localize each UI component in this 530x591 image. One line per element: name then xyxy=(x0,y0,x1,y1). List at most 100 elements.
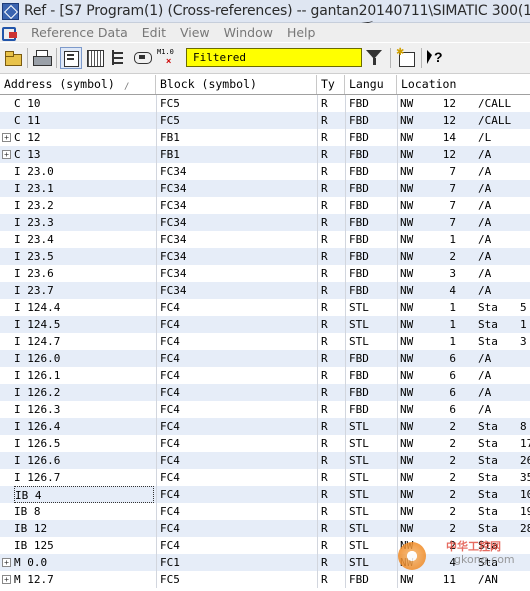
table-row[interactable]: I 124.5 FC4 R STL NW 1 Sta 1 xyxy=(0,316,530,333)
column-divider xyxy=(317,265,318,282)
column-divider xyxy=(397,146,398,163)
table-row[interactable]: + C 12 FB1 R FBD NW 14/L xyxy=(0,129,530,146)
cell-location-line xyxy=(520,163,530,180)
cell-location-nw: NW xyxy=(400,352,414,365)
program-structure-icon[interactable] xyxy=(108,47,130,69)
table-row[interactable]: I 23.1 FC34 R FBD NW 7/A xyxy=(0,180,530,197)
column-divider xyxy=(345,231,346,248)
menu-reference-data[interactable]: Reference Data xyxy=(24,25,135,40)
print-icon[interactable] xyxy=(31,47,53,69)
cell-address: I 23.7 xyxy=(14,284,54,297)
column-divider xyxy=(317,197,318,214)
cell-location-line xyxy=(520,350,530,367)
table-row[interactable]: IB 12 FC4 R STL NW 2 Sta 28 xyxy=(0,520,530,537)
expand-row-icon[interactable]: + xyxy=(2,558,11,567)
cell-address: I 126.5 xyxy=(14,437,61,450)
column-header-address[interactable]: Address (symbol) / xyxy=(0,75,156,94)
table-row[interactable]: I 126.1 FC4 R FBD NW 6/A xyxy=(0,367,530,384)
column-divider xyxy=(397,520,398,537)
table-row[interactable]: I 23.5 FC34 R FBD NW 2/A xyxy=(0,248,530,265)
menu-edit[interactable]: Edit xyxy=(135,25,173,40)
cell-language: STL xyxy=(349,454,369,467)
menu-bar: Reference Data Edit View Window Help xyxy=(0,23,530,42)
table-row[interactable]: I 23.7 FC34 R FBD NW 4/A xyxy=(0,282,530,299)
column-divider xyxy=(397,350,398,367)
cell-type: R xyxy=(321,148,328,161)
table-row[interactable]: I 23.4 FC34 R FBD NW 1/A xyxy=(0,231,530,248)
cell-block: FC4 xyxy=(160,369,180,382)
menu-help[interactable]: Help xyxy=(280,25,323,40)
cell-location-nw: NW xyxy=(400,216,414,229)
table-row[interactable]: I 126.3 FC4 R FBD NW 6/A xyxy=(0,401,530,418)
column-header-language[interactable]: Langu xyxy=(345,75,397,94)
table-row[interactable]: IB 4 FC4 R STL NW 2 Sta 10 xyxy=(0,486,530,503)
menu-view[interactable]: View xyxy=(173,25,217,40)
table-row[interactable]: I 23.6 FC34 R FBD NW 3/A xyxy=(0,265,530,282)
cell-location-network: 12 xyxy=(442,148,456,161)
column-divider xyxy=(397,418,398,435)
table-row[interactable]: I 23.3 FC34 R FBD NW 7/A xyxy=(0,214,530,231)
column-divider xyxy=(397,180,398,197)
table-row[interactable]: + C 13 FB1 R FBD NW 12/A xyxy=(0,146,530,163)
cell-type: R xyxy=(321,284,328,297)
menu-window[interactable]: Window xyxy=(217,25,280,40)
cell-location-network: 2 xyxy=(449,454,456,467)
table-row[interactable]: C 11 FC5 R FBD NW 12/CALL xyxy=(0,112,530,129)
column-divider xyxy=(345,503,346,520)
cell-address: I 23.5 xyxy=(14,250,54,263)
cell-location-line: 28 xyxy=(520,522,530,535)
table-row[interactable]: C 10 FC5 R FBD NW 12/CALL xyxy=(0,95,530,112)
unused-symbols-icon[interactable] xyxy=(132,47,154,69)
table-row[interactable]: I 23.0 FC34 R FBD NW 7/A xyxy=(0,163,530,180)
column-divider xyxy=(156,384,157,401)
cell-location-instruction: /CALL xyxy=(478,97,512,110)
expand-row-icon[interactable]: + xyxy=(2,150,11,159)
cell-location-instruction: Sta xyxy=(478,335,498,348)
expand-row-icon[interactable]: + xyxy=(2,575,11,584)
table-row[interactable]: I 124.4 FC4 R STL NW 1 Sta 5 xyxy=(0,299,530,316)
cell-block: FC1 xyxy=(160,556,180,569)
table-row[interactable]: I 126.7 FC4 R STL NW 2 Sta 35 xyxy=(0,469,530,486)
cell-type: R xyxy=(321,505,328,518)
cell-block: FC4 xyxy=(160,539,180,552)
cross-reference-icon[interactable] xyxy=(60,47,82,69)
filter-icon[interactable] xyxy=(364,47,386,69)
document-menu-icon[interactable] xyxy=(2,26,18,41)
table-row[interactable]: I 23.2 FC34 R FBD NW 7/A xyxy=(0,197,530,214)
addresses-without-symbols-icon[interactable]: M1.0 × xyxy=(156,47,178,69)
column-header-location[interactable]: Location xyxy=(397,75,530,94)
cell-location-nw: NW xyxy=(400,267,414,280)
table-row[interactable]: I 126.6 FC4 R STL NW 2 Sta 26 xyxy=(0,452,530,469)
table-row[interactable]: I 126.4 FC4 R STL NW 2 Sta 8 xyxy=(0,418,530,435)
cell-location-line: 19 xyxy=(520,505,530,518)
table-row[interactable]: I 126.0 FC4 R FBD NW 6/A xyxy=(0,350,530,367)
column-divider xyxy=(397,129,398,146)
table-row[interactable]: I 126.5 FC4 R STL NW 2 Sta 17 xyxy=(0,435,530,452)
column-header-type[interactable]: Ty xyxy=(317,75,345,94)
cell-type: R xyxy=(321,301,328,314)
cell-address: I 126.1 xyxy=(14,369,61,382)
column-divider xyxy=(345,282,346,299)
table-row[interactable]: I 124.7 FC4 R STL NW 1 Sta 3 xyxy=(0,333,530,350)
cell-language: FBD xyxy=(349,250,369,263)
cell-block: FC4 xyxy=(160,454,180,467)
assignment-icon[interactable] xyxy=(84,47,106,69)
open-icon[interactable] xyxy=(2,47,24,69)
help-icon[interactable]: ? xyxy=(425,47,447,69)
cell-location-line xyxy=(520,197,530,214)
cell-language: STL xyxy=(349,318,369,331)
new-window-icon[interactable]: ✱ xyxy=(395,47,417,69)
table-row[interactable]: IB 8 FC4 R STL NW 2 Sta 19 xyxy=(0,503,530,520)
column-divider xyxy=(345,401,346,418)
cell-address: I 126.0 xyxy=(14,352,61,365)
table-row[interactable]: I 126.2 FC4 R FBD NW 6/A xyxy=(0,384,530,401)
column-header-block[interactable]: Block (symbol) xyxy=(156,75,317,94)
cell-location-nw: NW xyxy=(400,250,414,263)
column-divider xyxy=(156,95,157,112)
watermark-logo: 中华工控网 gkong.com xyxy=(396,536,526,588)
cell-block: FB1 xyxy=(160,148,180,161)
column-divider xyxy=(397,95,398,112)
expand-row-icon[interactable]: + xyxy=(2,133,11,142)
column-divider xyxy=(317,401,318,418)
column-divider xyxy=(397,248,398,265)
